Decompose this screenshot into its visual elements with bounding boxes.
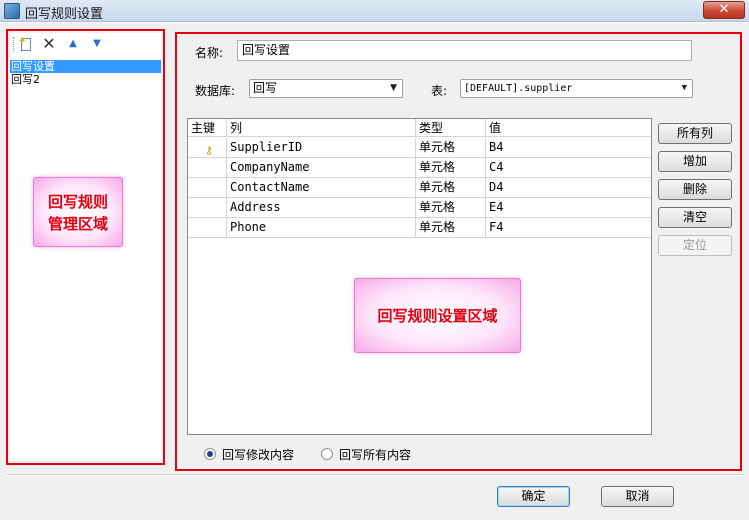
- key-cell[interactable]: [188, 158, 227, 178]
- value-cell[interactable]: D4: [486, 178, 651, 198]
- header-type: 类型: [416, 119, 486, 137]
- close-button[interactable]: ✕: [703, 1, 745, 19]
- database-label: 数据库:: [195, 84, 236, 98]
- table-row[interactable]: CompanyName 单元格 C4: [188, 158, 651, 178]
- table-row[interactable]: Address 单元格 E4: [188, 198, 651, 218]
- key-cell[interactable]: [188, 218, 227, 238]
- rules-panel: ✦ ✕ ▲ ▼ 回写设置 回写2: [6, 29, 165, 465]
- key-cell[interactable]: [188, 178, 227, 198]
- arrow-down-icon[interactable]: ▼: [89, 36, 105, 52]
- key-cell[interactable]: ⚷: [188, 138, 227, 158]
- table-value: [DEFAULT].supplier: [464, 83, 573, 94]
- add-button[interactable]: 增加: [658, 151, 732, 172]
- name-label: 名称:: [195, 46, 224, 60]
- database-select[interactable]: 回写 ▼: [249, 79, 403, 98]
- header-key: 主键: [188, 119, 227, 137]
- column-cell[interactable]: Address: [227, 198, 416, 218]
- new-document-icon[interactable]: ✦: [18, 36, 34, 52]
- all-columns-button[interactable]: 所有列: [658, 123, 732, 144]
- column-cell[interactable]: ContactName: [227, 178, 416, 198]
- chevron-down-icon: ▼: [681, 83, 687, 93]
- callout-line: 回写规则: [47, 193, 108, 211]
- cancel-button[interactable]: 取消: [601, 486, 674, 507]
- table-row[interactable]: ContactName 单元格 D4: [188, 178, 651, 198]
- column-cell[interactable]: SupplierID: [227, 138, 416, 158]
- locate-button[interactable]: 定位: [658, 235, 732, 256]
- chevron-down-icon: ▼: [390, 83, 397, 93]
- delete-icon[interactable]: ✕: [41, 36, 57, 52]
- settings-area-callout: 回写规则设置区域: [354, 278, 521, 353]
- key-cell[interactable]: [188, 198, 227, 218]
- header-value: 值: [489, 121, 502, 135]
- rule-list: 回写设置 回写2: [10, 60, 161, 86]
- radio-write-modified-label[interactable]: 回写修改内容: [222, 446, 294, 463]
- table-select[interactable]: [DEFAULT].supplier ▼: [460, 79, 693, 98]
- table-label: 表:: [431, 84, 448, 98]
- type-cell[interactable]: 单元格: [416, 178, 486, 198]
- app-icon: [4, 3, 20, 19]
- settings-panel: 名称: 回写设置 数据库: 回写 ▼ 表: [DEFAULT].supplier…: [175, 32, 742, 471]
- table-row[interactable]: Phone 单元格 F4: [188, 218, 651, 238]
- column-cell[interactable]: Phone: [227, 218, 416, 238]
- rule-item[interactable]: 回写设置: [10, 60, 161, 73]
- type-cell[interactable]: 单元格: [416, 138, 486, 158]
- table-row[interactable]: ⚷ SupplierID 单元格 B4: [188, 138, 651, 158]
- clear-button[interactable]: 清空: [658, 207, 732, 228]
- rules-toolbar: ✦ ✕ ▲ ▼: [10, 33, 161, 55]
- radio-write-modified[interactable]: [204, 448, 216, 460]
- database-value: 回写: [253, 81, 278, 95]
- callout-line: 管理区域: [47, 215, 108, 233]
- radio-write-all[interactable]: [321, 448, 333, 460]
- column-cell[interactable]: CompanyName: [227, 158, 416, 178]
- rule-item[interactable]: 回写2: [10, 73, 161, 86]
- type-cell[interactable]: 单元格: [416, 218, 486, 238]
- grid-header: 主键 列 类型 值: [188, 119, 651, 137]
- rules-area-callout: 回写规则 管理区域: [33, 177, 123, 247]
- key-icon: ⚷: [205, 144, 214, 157]
- header-column: 列: [227, 119, 416, 137]
- title-bar: 回写规则设置 ✕: [0, 0, 749, 22]
- value-cell[interactable]: C4: [486, 158, 651, 178]
- type-cell[interactable]: 单元格: [416, 158, 486, 178]
- mapping-grid: 主键 列 类型 值 ⚷ SupplierID 单元格 B4 CompanyNam…: [187, 118, 652, 435]
- type-cell[interactable]: 单元格: [416, 198, 486, 218]
- delete-button[interactable]: 删除: [658, 179, 732, 200]
- name-field[interactable]: 回写设置: [237, 40, 692, 61]
- radio-write-all-label[interactable]: 回写所有内容: [339, 446, 411, 463]
- dialog-client: ✦ ✕ ▲ ▼ 回写设置 回写2 回写规则 管理区域 名称: 回写设置 数据库:…: [0, 23, 749, 520]
- toolbar-grip: [13, 37, 15, 51]
- window-title: 回写规则设置: [25, 7, 104, 22]
- value-cell[interactable]: B4: [486, 138, 651, 158]
- footer-divider: [6, 474, 743, 476]
- arrow-up-icon[interactable]: ▲: [65, 36, 81, 52]
- value-cell[interactable]: E4: [486, 198, 651, 218]
- value-cell[interactable]: F4: [486, 218, 651, 238]
- ok-button[interactable]: 确定: [497, 486, 570, 507]
